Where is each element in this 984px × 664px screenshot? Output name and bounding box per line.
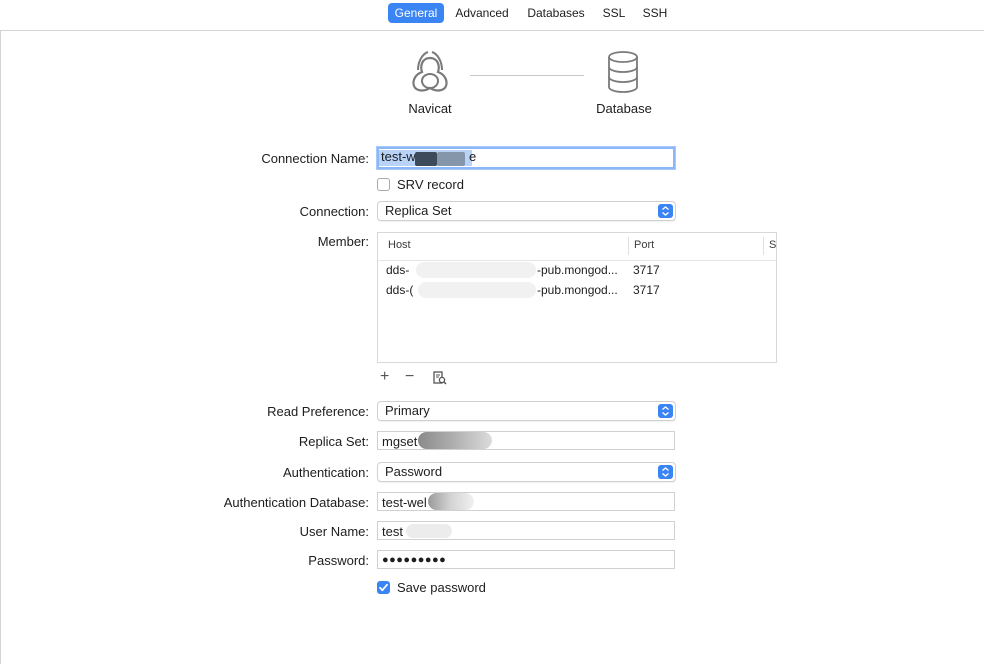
- add-member-button[interactable]: +: [380, 369, 389, 385]
- connection-name-input[interactable]: test-w e: [377, 147, 675, 169]
- connection-line: [470, 75, 584, 76]
- tab-general[interactable]: General: [388, 3, 444, 23]
- tab-databases[interactable]: Databases: [522, 3, 590, 23]
- column-header-port[interactable]: Port: [634, 239, 654, 251]
- redaction: [418, 432, 492, 449]
- redaction: [418, 282, 536, 298]
- navicat-logo-icon: [412, 51, 448, 92]
- replica-set-label: Replica Set:: [298, 434, 369, 449]
- window-left-border: [0, 30, 1, 664]
- column-separator: [628, 237, 629, 255]
- database-icon: [608, 51, 638, 93]
- user-name-label: User Name:: [299, 524, 369, 539]
- redaction: [428, 493, 474, 510]
- member-label: Member:: [317, 234, 369, 249]
- column-header-s[interactable]: S: [769, 239, 776, 251]
- redaction: [415, 152, 437, 166]
- navicat-label: Navicat: [408, 101, 452, 116]
- connection-label: Connection:: [299, 204, 369, 219]
- save-password-label: Save password: [397, 580, 486, 595]
- authentication-select[interactable]: Password: [377, 462, 676, 482]
- save-password-checkbox[interactable]: [377, 581, 390, 594]
- column-header-host[interactable]: Host: [388, 239, 411, 251]
- connection-select[interactable]: Replica Set: [377, 201, 676, 221]
- authentication-label: Authentication:: [282, 465, 369, 480]
- read-preference-label: Read Preference:: [267, 404, 369, 419]
- srv-record-label: SRV record: [397, 177, 464, 192]
- redaction: [416, 262, 536, 278]
- replica-set-input[interactable]: mgset: [377, 431, 675, 450]
- auth-database-input[interactable]: test-wel: [377, 492, 675, 511]
- remove-member-button[interactable]: −: [405, 369, 414, 385]
- column-separator: [763, 237, 764, 255]
- checkmark-icon: [379, 583, 388, 592]
- srv-record-checkbox[interactable]: [377, 178, 390, 191]
- connection-value: Replica Set: [385, 203, 452, 218]
- read-preference-select[interactable]: Primary: [377, 401, 676, 421]
- chevron-updown-icon: [658, 404, 673, 418]
- user-name-input[interactable]: test: [377, 521, 675, 540]
- chevron-updown-icon: [658, 465, 673, 479]
- tab-advanced[interactable]: Advanced: [450, 3, 514, 23]
- redaction: [437, 152, 465, 166]
- tabs-divider: [0, 30, 984, 31]
- tab-ssh[interactable]: SSH: [638, 3, 672, 23]
- database-label: Database: [596, 101, 652, 116]
- header-divider: [378, 260, 776, 261]
- authentication-value: Password: [385, 464, 443, 479]
- password-label: Password:: [308, 553, 369, 568]
- member-table[interactable]: Host Port S dds- -pub.mongod... 3717 dds…: [377, 232, 777, 363]
- auth-database-label: Authentication Database:: [223, 495, 369, 510]
- connection-name-label: Connection Name:: [261, 151, 369, 166]
- test-connection-icon[interactable]: [433, 371, 447, 385]
- redaction: [406, 524, 452, 538]
- tab-ssl[interactable]: SSL: [598, 3, 630, 23]
- chevron-updown-icon: [658, 204, 673, 218]
- read-preference-value: Primary: [385, 403, 430, 418]
- password-input[interactable]: ●●●●●●●●●: [377, 550, 675, 569]
